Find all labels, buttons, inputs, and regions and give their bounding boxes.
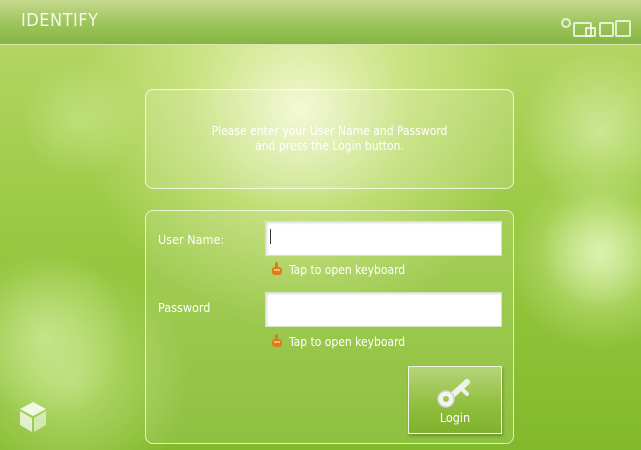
password-field[interactable] (265, 292, 502, 327)
title-bar: IDENTIFY (0, 0, 641, 45)
password-keyboard-hint[interactable]: Tap to open keyboard (289, 335, 405, 349)
username-label: User Name: (158, 232, 225, 247)
text-cursor (270, 229, 271, 244)
bokeh-light (520, 50, 641, 210)
login-screen: IDENTIFY Please enter your User Name and… (0, 0, 641, 450)
window-icon (599, 22, 614, 37)
login-button[interactable]: Login (408, 366, 502, 434)
page-title: IDENTIFY (21, 10, 99, 31)
instruction-text: Please enter your User Name and Password… (211, 124, 448, 153)
bokeh-light (20, 60, 140, 180)
circle-icon (561, 18, 571, 28)
bokeh-light (540, 190, 641, 310)
bokeh-light (0, 250, 130, 420)
window-icon (615, 20, 631, 37)
instruction-panel: Please enter your User Name and Password… (145, 89, 514, 189)
status-icons (561, 15, 641, 37)
window-icon (585, 27, 596, 37)
password-label: Password (158, 300, 211, 315)
username-field[interactable] (265, 221, 502, 256)
username-keyboard-hint[interactable]: Tap to open keyboard (289, 263, 405, 277)
hand-pointer-icon (272, 262, 282, 275)
cube-logo-icon (20, 402, 46, 432)
key-icon (437, 379, 470, 408)
hand-pointer-icon (272, 334, 282, 347)
login-button-label: Login (439, 410, 471, 425)
